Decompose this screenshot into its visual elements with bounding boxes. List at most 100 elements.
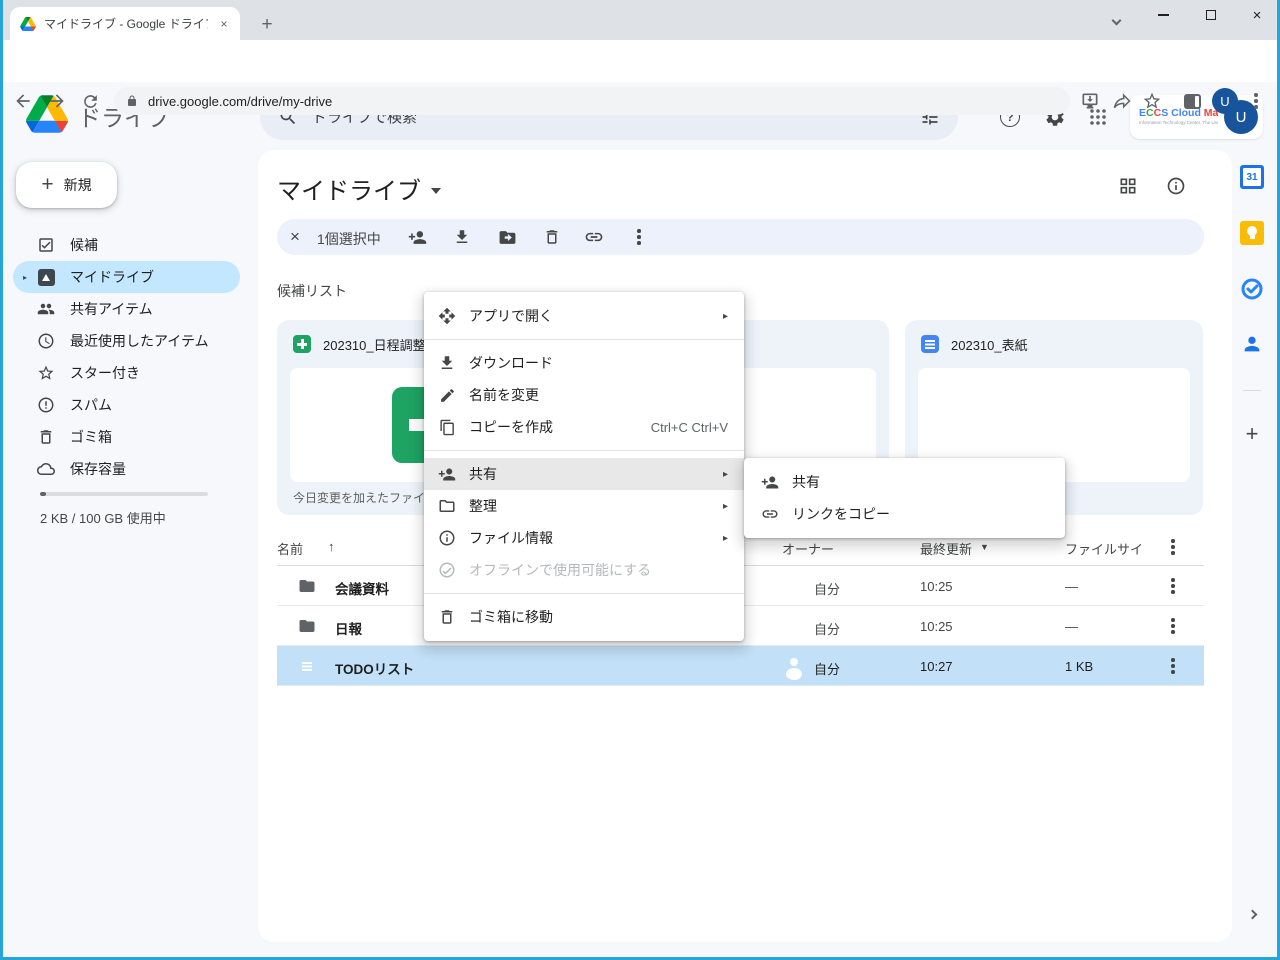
grid-view-toggle-icon[interactable]	[1116, 174, 1140, 198]
menu-item-share[interactable]: 共有 ▸	[424, 458, 744, 490]
pencil-icon	[438, 386, 456, 404]
sidebar-item-recent[interactable]: 最近使用したアイテム	[13, 325, 240, 357]
share-person-add-icon	[761, 473, 779, 491]
menu-item-download[interactable]: ダウンロード	[424, 347, 744, 379]
my-drive-icon	[37, 268, 55, 286]
share-person-add-icon[interactable]	[407, 227, 427, 247]
menu-item-make-copy[interactable]: コピーを作成 Ctrl+C Ctrl+V	[424, 411, 744, 443]
table-row-selected[interactable]: TODOリスト 自分 10:27 1 KB	[277, 646, 1204, 686]
browser-toolbar: drive.google.com/drive/my-drive U	[0, 40, 1280, 82]
submenu-item-copy-link[interactable]: リンクをコピー	[744, 498, 1065, 530]
window-border-left	[0, 0, 3, 960]
suggestions-label: 候補リスト	[277, 281, 347, 301]
row-name: 日報	[335, 618, 362, 638]
browser-profile-avatar[interactable]: U	[1212, 88, 1238, 114]
menu-item-label: ファイル情報	[469, 528, 710, 548]
add-addon-icon[interactable]: +	[1240, 422, 1264, 446]
back-button[interactable]	[11, 89, 35, 113]
sidebar-item-starred[interactable]: スター付き	[13, 357, 240, 389]
breadcrumb-my-drive[interactable]: マイドライブ	[277, 171, 441, 206]
row-name: TODOリスト	[335, 658, 414, 678]
submenu-item-share[interactable]: 共有	[744, 466, 1065, 498]
bookmark-star-icon[interactable]	[1140, 89, 1164, 113]
new-button[interactable]: + 新規	[16, 162, 117, 208]
submenu-caret-icon: ▸	[723, 311, 728, 322]
details-info-icon[interactable]	[1164, 174, 1188, 198]
expand-caret-icon[interactable]: ▸	[23, 273, 27, 282]
tab-search-chevron-icon[interactable]	[1104, 10, 1128, 30]
tab-strip: マイドライブ - Google ドライブ × + ×	[0, 0, 1280, 40]
copy-icon	[438, 418, 456, 436]
menu-item-open-with[interactable]: アプリで開く ▸	[424, 300, 744, 332]
menu-item-label: コピーを作成	[469, 417, 638, 437]
window-maximize-button[interactable]	[1188, 0, 1234, 30]
download-icon	[438, 354, 456, 372]
contacts-icon[interactable]	[1240, 332, 1264, 356]
caret-down-icon[interactable]: ▼	[980, 542, 989, 552]
download-icon[interactable]	[452, 227, 472, 247]
keep-icon[interactable]	[1240, 221, 1264, 245]
offline-pin-icon	[438, 561, 456, 579]
plus-icon: +	[41, 175, 53, 195]
menu-divider	[424, 593, 744, 594]
sidebar-item-trash[interactable]: ゴミ箱	[13, 421, 240, 453]
tasks-icon[interactable]	[1240, 277, 1264, 301]
install-icon[interactable]	[1078, 89, 1102, 113]
column-name[interactable]: 名前	[277, 539, 303, 558]
menu-item-label: 共有	[469, 464, 710, 484]
browser-tab[interactable]: マイドライブ - Google ドライブ ×	[10, 7, 240, 40]
sort-ascending-icon[interactable]: ↑	[328, 539, 335, 554]
reload-button[interactable]	[78, 89, 102, 113]
address-bar[interactable]: drive.google.com/drive/my-drive	[114, 87, 1070, 115]
row-owner: 自分	[814, 619, 840, 638]
move-to-folder-icon[interactable]	[497, 227, 517, 247]
share-icon[interactable]	[1110, 89, 1134, 113]
menu-item-move-to-trash[interactable]: ゴミ箱に移動	[424, 601, 744, 633]
sidebar-item-spam[interactable]: スパム	[13, 389, 240, 421]
clear-selection-icon[interactable]: ×	[285, 227, 305, 247]
row-modified: 10:25	[920, 619, 953, 634]
menu-item-label: 名前を変更	[469, 385, 728, 405]
window-minimize-button[interactable]	[1140, 0, 1186, 30]
row-modified: 10:27	[920, 659, 953, 674]
tab-close-icon[interactable]: ×	[216, 16, 232, 32]
column-size[interactable]: ファイルサイ	[1065, 539, 1143, 558]
row-options-icon[interactable]	[1171, 617, 1175, 635]
sidebar-item-storage[interactable]: 保存容量	[13, 453, 240, 485]
storage-progress-bar	[40, 492, 208, 496]
column-owner[interactable]: オーナー	[782, 539, 834, 558]
sidebar-item-label: マイドライブ	[70, 267, 154, 287]
forward-button[interactable]	[45, 89, 69, 113]
trash-icon[interactable]	[542, 227, 562, 247]
folder-outline-icon	[438, 497, 456, 515]
row-owner: 自分	[814, 579, 840, 598]
sidebar-item-my-drive[interactable]: ▸ マイドライブ	[13, 261, 240, 293]
row-options-icon[interactable]	[1171, 577, 1175, 595]
sidebar-item-label: 共有アイテム	[70, 299, 153, 319]
new-tab-button[interactable]: +	[254, 12, 280, 38]
calendar-icon[interactable]: 31	[1240, 165, 1264, 189]
column-options-icon[interactable]	[1171, 538, 1175, 556]
more-actions-icon[interactable]	[629, 227, 649, 247]
menu-item-organize[interactable]: 整理 ▸	[424, 490, 744, 522]
menu-item-file-info[interactable]: ファイル情報 ▸	[424, 522, 744, 554]
side-panel-icon[interactable]	[1180, 89, 1204, 113]
drive-favicon	[20, 17, 36, 31]
column-modified[interactable]: 最終更新	[920, 539, 972, 558]
browser-menu-icon[interactable]	[1248, 89, 1264, 113]
menu-divider	[424, 450, 744, 451]
copy-link-icon[interactable]	[584, 227, 604, 247]
trash-icon	[37, 428, 55, 446]
sidebar-item-shared[interactable]: 共有アイテム	[13, 293, 240, 325]
row-owner: 自分	[814, 659, 840, 678]
hide-side-panel-chevron-icon[interactable]	[1240, 902, 1264, 926]
window-close-button[interactable]: ×	[1234, 0, 1280, 30]
lock-icon	[126, 94, 138, 108]
menu-item-rename[interactable]: 名前を変更	[424, 379, 744, 411]
storage-progress-fill	[40, 492, 46, 496]
card-title: 202310_日程調整	[323, 335, 426, 354]
people-icon	[37, 300, 55, 318]
sidebar-item-suggestions[interactable]: 候補	[13, 229, 240, 261]
account-badge-subtitle: Information Technology Center, The Unive…	[1139, 120, 1218, 126]
row-options-icon[interactable]	[1171, 657, 1175, 675]
